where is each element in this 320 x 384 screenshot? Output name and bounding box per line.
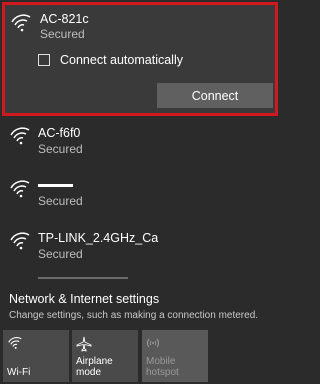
selected-network-item[interactable]: AC-821c Secured Connect automatically Co…: [2, 2, 278, 116]
wifi-signal-icon: [10, 127, 30, 145]
wifi-signal-icon: [10, 232, 30, 250]
airplane-tile-label: Airplane mode: [76, 356, 113, 378]
network-settings-section: Network & Internet settings Change setti…: [0, 283, 280, 384]
hotspot-icon: [147, 338, 159, 348]
connect-automatically-checkbox[interactable]: [38, 54, 50, 66]
network-status: Secured: [40, 27, 85, 41]
network-name: TP-LINK_2.4GHz_Ca: [38, 231, 159, 245]
network-status: Secured: [38, 194, 83, 208]
mobile-hotspot-tile[interactable]: Mobile hotspot: [142, 330, 208, 382]
network-settings-link[interactable]: Network & Internet settings: [9, 292, 159, 306]
connect-button[interactable]: Connect: [157, 83, 273, 108]
wifi-tile-label: Wi-Fi: [7, 367, 31, 378]
wifi-signal-icon: [11, 14, 31, 32]
connect-automatically-row[interactable]: Connect automatically: [38, 52, 183, 68]
cutoff-network-item: [38, 277, 128, 279]
network-status: Secured: [38, 142, 83, 156]
wifi-icon: [8, 336, 22, 349]
network-settings-description: Change settings, such as making a connec…: [9, 310, 259, 321]
wifi-signal-icon: [10, 180, 30, 198]
hotspot-tile-label: Mobile hotspot: [146, 356, 179, 378]
connect-automatically-label: Connect automatically: [60, 53, 183, 67]
network-name: AC-821c: [40, 12, 89, 26]
airplane-icon: [76, 336, 92, 352]
wifi-toggle-tile[interactable]: Wi-Fi: [3, 330, 69, 382]
redacted-name: [38, 184, 73, 187]
airplane-mode-tile[interactable]: Airplane mode: [72, 330, 138, 382]
network-status: Secured: [38, 247, 83, 261]
network-name: AC-f6f0: [38, 126, 81, 140]
